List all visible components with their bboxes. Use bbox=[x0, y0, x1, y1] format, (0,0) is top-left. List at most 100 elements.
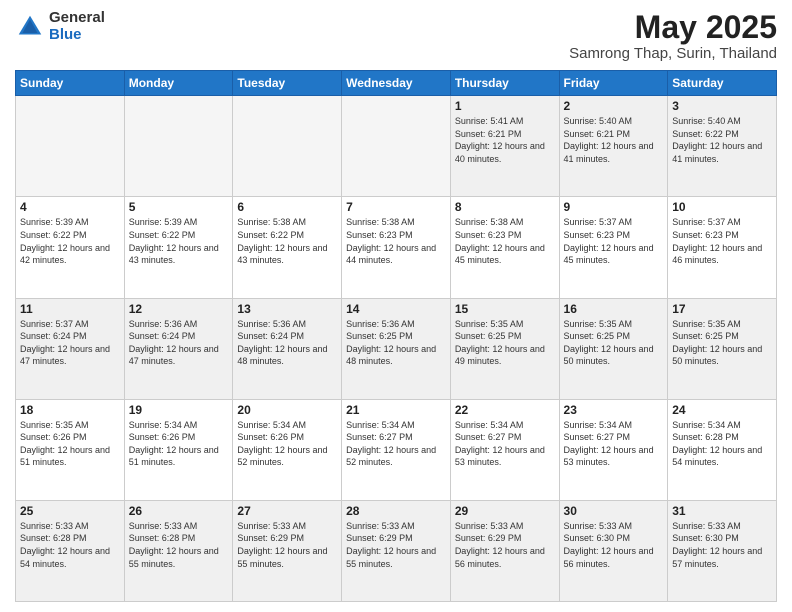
calendar-day-cell: 31 Sunrise: 5:33 AMSunset: 6:30 PMDayligh… bbox=[668, 500, 777, 601]
calendar-day-cell: 6Sunrise: 5:38 AMSunset: 6:22 PMDaylight… bbox=[233, 197, 342, 298]
day-number: 7 bbox=[346, 200, 446, 214]
day-number: 26 bbox=[129, 504, 229, 518]
calendar-day-cell bbox=[16, 96, 125, 197]
calendar-day-cell: 19 Sunrise: 5:34 AMSunset: 6:26 PMDayligh… bbox=[124, 399, 233, 500]
day-number: 4 bbox=[20, 200, 120, 214]
calendar-day-cell: 16Sunrise: 5:35 AMSunset: 6:25 PMDayligh… bbox=[559, 298, 668, 399]
day-info: Sunrise: 5:37 AMSunset: 6:23 PMDaylight:… bbox=[564, 216, 664, 266]
calendar-day-cell: 3Sunrise: 5:40 AMSunset: 6:22 PMDaylight… bbox=[668, 96, 777, 197]
calendar-day-cell: 9 Sunrise: 5:37 AMSunset: 6:23 PMDaylight… bbox=[559, 197, 668, 298]
day-number: 17 bbox=[672, 302, 772, 316]
day-number: 22 bbox=[455, 403, 555, 417]
calendar-day-cell: 12 Sunrise: 5:36 AMSunset: 6:24 PMDayligh… bbox=[124, 298, 233, 399]
calendar-day-cell: 14Sunrise: 5:36 AMSunset: 6:25 PMDayligh… bbox=[342, 298, 451, 399]
day-number: 25 bbox=[20, 504, 120, 518]
day-info: Sunrise: 5:37 AMSunset: 6:23 PMDaylight:… bbox=[672, 216, 772, 266]
day-number: 27 bbox=[237, 504, 337, 518]
day-number: 23 bbox=[564, 403, 664, 417]
day-info: Sunrise: 5:34 AMSunset: 6:27 PMDaylight:… bbox=[346, 419, 446, 469]
day-number: 1 bbox=[455, 99, 555, 113]
calendar-day-cell: 15 Sunrise: 5:35 AMSunset: 6:25 PMDayligh… bbox=[450, 298, 559, 399]
calendar-day-cell: 11 Sunrise: 5:37 AMSunset: 6:24 PMDayligh… bbox=[16, 298, 125, 399]
weekday-header-monday: Monday bbox=[124, 71, 233, 96]
page: General Blue May 2025 Samrong Thap, Suri… bbox=[0, 0, 792, 612]
day-info: Sunrise: 5:33 AMSunset: 6:28 PMDaylight:… bbox=[129, 520, 229, 570]
calendar-table: SundayMondayTuesdayWednesdayThursdayFrid… bbox=[15, 70, 777, 602]
day-info: Sunrise: 5:33 AMSunset: 6:29 PMDaylight:… bbox=[455, 520, 555, 570]
header: General Blue May 2025 Samrong Thap, Suri… bbox=[15, 10, 777, 62]
day-info: Sunrise: 5:36 AMSunset: 6:24 PMDaylight:… bbox=[237, 318, 337, 368]
day-number: 28 bbox=[346, 504, 446, 518]
day-info: Sunrise: 5:37 AMSunset: 6:24 PMDaylight:… bbox=[20, 318, 120, 368]
day-info: Sunrise: 5:34 AMSunset: 6:26 PMDaylight:… bbox=[129, 419, 229, 469]
day-number: 18 bbox=[20, 403, 120, 417]
day-number: 21 bbox=[346, 403, 446, 417]
calendar-week-row: 18 Sunrise: 5:35 AMSunset: 6:26 PMDayligh… bbox=[16, 399, 777, 500]
day-info: Sunrise: 5:34 AMSunset: 6:27 PMDaylight:… bbox=[455, 419, 555, 469]
calendar-day-cell: 7 Sunrise: 5:38 AMSunset: 6:23 PMDaylight… bbox=[342, 197, 451, 298]
day-number: 29 bbox=[455, 504, 555, 518]
calendar-day-cell: 17Sunrise: 5:35 AMSunset: 6:25 PMDayligh… bbox=[668, 298, 777, 399]
day-info: Sunrise: 5:33 AMSunset: 6:29 PMDaylight:… bbox=[237, 520, 337, 570]
day-info: Sunrise: 5:40 AMSunset: 6:21 PMDaylight:… bbox=[564, 115, 664, 165]
weekday-header-saturday: Saturday bbox=[668, 71, 777, 96]
day-info: Sunrise: 5:38 AMSunset: 6:23 PMDaylight:… bbox=[455, 216, 555, 266]
calendar-day-cell: 21 Sunrise: 5:34 AMSunset: 6:27 PMDayligh… bbox=[342, 399, 451, 500]
day-number: 12 bbox=[129, 302, 229, 316]
calendar-day-cell: 1 Sunrise: 5:41 AMSunset: 6:21 PMDaylight… bbox=[450, 96, 559, 197]
day-info: Sunrise: 5:39 AMSunset: 6:22 PMDaylight:… bbox=[20, 216, 120, 266]
calendar-day-cell: 20Sunrise: 5:34 AMSunset: 6:26 PMDayligh… bbox=[233, 399, 342, 500]
location-subtitle: Samrong Thap, Surin, Thailand bbox=[569, 45, 777, 62]
day-number: 13 bbox=[237, 302, 337, 316]
day-info: Sunrise: 5:33 AMSunset: 6:28 PMDaylight:… bbox=[20, 520, 120, 570]
calendar-day-cell bbox=[233, 96, 342, 197]
day-number: 11 bbox=[20, 302, 120, 316]
calendar-week-row: 1 Sunrise: 5:41 AMSunset: 6:21 PMDaylight… bbox=[16, 96, 777, 197]
day-info: Sunrise: 5:34 AMSunset: 6:27 PMDaylight:… bbox=[564, 419, 664, 469]
day-info: Sunrise: 5:34 AMSunset: 6:26 PMDaylight:… bbox=[237, 419, 337, 469]
day-number: 19 bbox=[129, 403, 229, 417]
calendar-day-cell: 8 Sunrise: 5:38 AMSunset: 6:23 PMDaylight… bbox=[450, 197, 559, 298]
title-block: May 2025 Samrong Thap, Surin, Thailand bbox=[569, 10, 777, 62]
calendar-day-cell: 28 Sunrise: 5:33 AMSunset: 6:29 PMDayligh… bbox=[342, 500, 451, 601]
day-number: 31 bbox=[672, 504, 772, 518]
calendar-day-cell: 26 Sunrise: 5:33 AMSunset: 6:28 PMDayligh… bbox=[124, 500, 233, 601]
day-number: 30 bbox=[564, 504, 664, 518]
day-number: 15 bbox=[455, 302, 555, 316]
calendar-day-cell: 24Sunrise: 5:34 AMSunset: 6:28 PMDayligh… bbox=[668, 399, 777, 500]
calendar-day-cell: 4 Sunrise: 5:39 AMSunset: 6:22 PMDaylight… bbox=[16, 197, 125, 298]
calendar-day-cell: 2 Sunrise: 5:40 AMSunset: 6:21 PMDaylight… bbox=[559, 96, 668, 197]
logo: General Blue bbox=[15, 10, 105, 43]
day-number: 8 bbox=[455, 200, 555, 214]
logo-blue: Blue bbox=[49, 27, 105, 44]
weekday-header-sunday: Sunday bbox=[16, 71, 125, 96]
day-number: 2 bbox=[564, 99, 664, 113]
calendar-day-cell bbox=[124, 96, 233, 197]
day-info: Sunrise: 5:33 AMSunset: 6:30 PMDaylight:… bbox=[672, 520, 772, 570]
calendar-day-cell: 10Sunrise: 5:37 AMSunset: 6:23 PMDayligh… bbox=[668, 197, 777, 298]
logo-icon bbox=[15, 12, 45, 42]
day-info: Sunrise: 5:33 AMSunset: 6:30 PMDaylight:… bbox=[564, 520, 664, 570]
weekday-header-row: SundayMondayTuesdayWednesdayThursdayFrid… bbox=[16, 71, 777, 96]
day-info: Sunrise: 5:41 AMSunset: 6:21 PMDaylight:… bbox=[455, 115, 555, 165]
day-info: Sunrise: 5:39 AMSunset: 6:22 PMDaylight:… bbox=[129, 216, 229, 266]
calendar-day-cell: 30 Sunrise: 5:33 AMSunset: 6:30 PMDayligh… bbox=[559, 500, 668, 601]
calendar-week-row: 11 Sunrise: 5:37 AMSunset: 6:24 PMDayligh… bbox=[16, 298, 777, 399]
calendar-day-cell: 5Sunrise: 5:39 AMSunset: 6:22 PMDaylight… bbox=[124, 197, 233, 298]
day-info: Sunrise: 5:38 AMSunset: 6:22 PMDaylight:… bbox=[237, 216, 337, 266]
day-info: Sunrise: 5:38 AMSunset: 6:23 PMDaylight:… bbox=[346, 216, 446, 266]
day-number: 24 bbox=[672, 403, 772, 417]
day-number: 9 bbox=[564, 200, 664, 214]
calendar-day-cell: 22 Sunrise: 5:34 AMSunset: 6:27 PMDayligh… bbox=[450, 399, 559, 500]
calendar-day-cell: 18 Sunrise: 5:35 AMSunset: 6:26 PMDayligh… bbox=[16, 399, 125, 500]
day-info: Sunrise: 5:35 AMSunset: 6:25 PMDaylight:… bbox=[455, 318, 555, 368]
calendar-day-cell: 13 Sunrise: 5:36 AMSunset: 6:24 PMDayligh… bbox=[233, 298, 342, 399]
logo-text: General Blue bbox=[49, 10, 105, 43]
calendar-day-cell: 27 Sunrise: 5:33 AMSunset: 6:29 PMDayligh… bbox=[233, 500, 342, 601]
day-info: Sunrise: 5:36 AMSunset: 6:24 PMDaylight:… bbox=[129, 318, 229, 368]
day-info: Sunrise: 5:35 AMSunset: 6:25 PMDaylight:… bbox=[564, 318, 664, 368]
day-info: Sunrise: 5:35 AMSunset: 6:26 PMDaylight:… bbox=[20, 419, 120, 469]
day-info: Sunrise: 5:33 AMSunset: 6:29 PMDaylight:… bbox=[346, 520, 446, 570]
calendar-week-row: 25 Sunrise: 5:33 AMSunset: 6:28 PMDayligh… bbox=[16, 500, 777, 601]
calendar-day-cell: 25 Sunrise: 5:33 AMSunset: 6:28 PMDayligh… bbox=[16, 500, 125, 601]
